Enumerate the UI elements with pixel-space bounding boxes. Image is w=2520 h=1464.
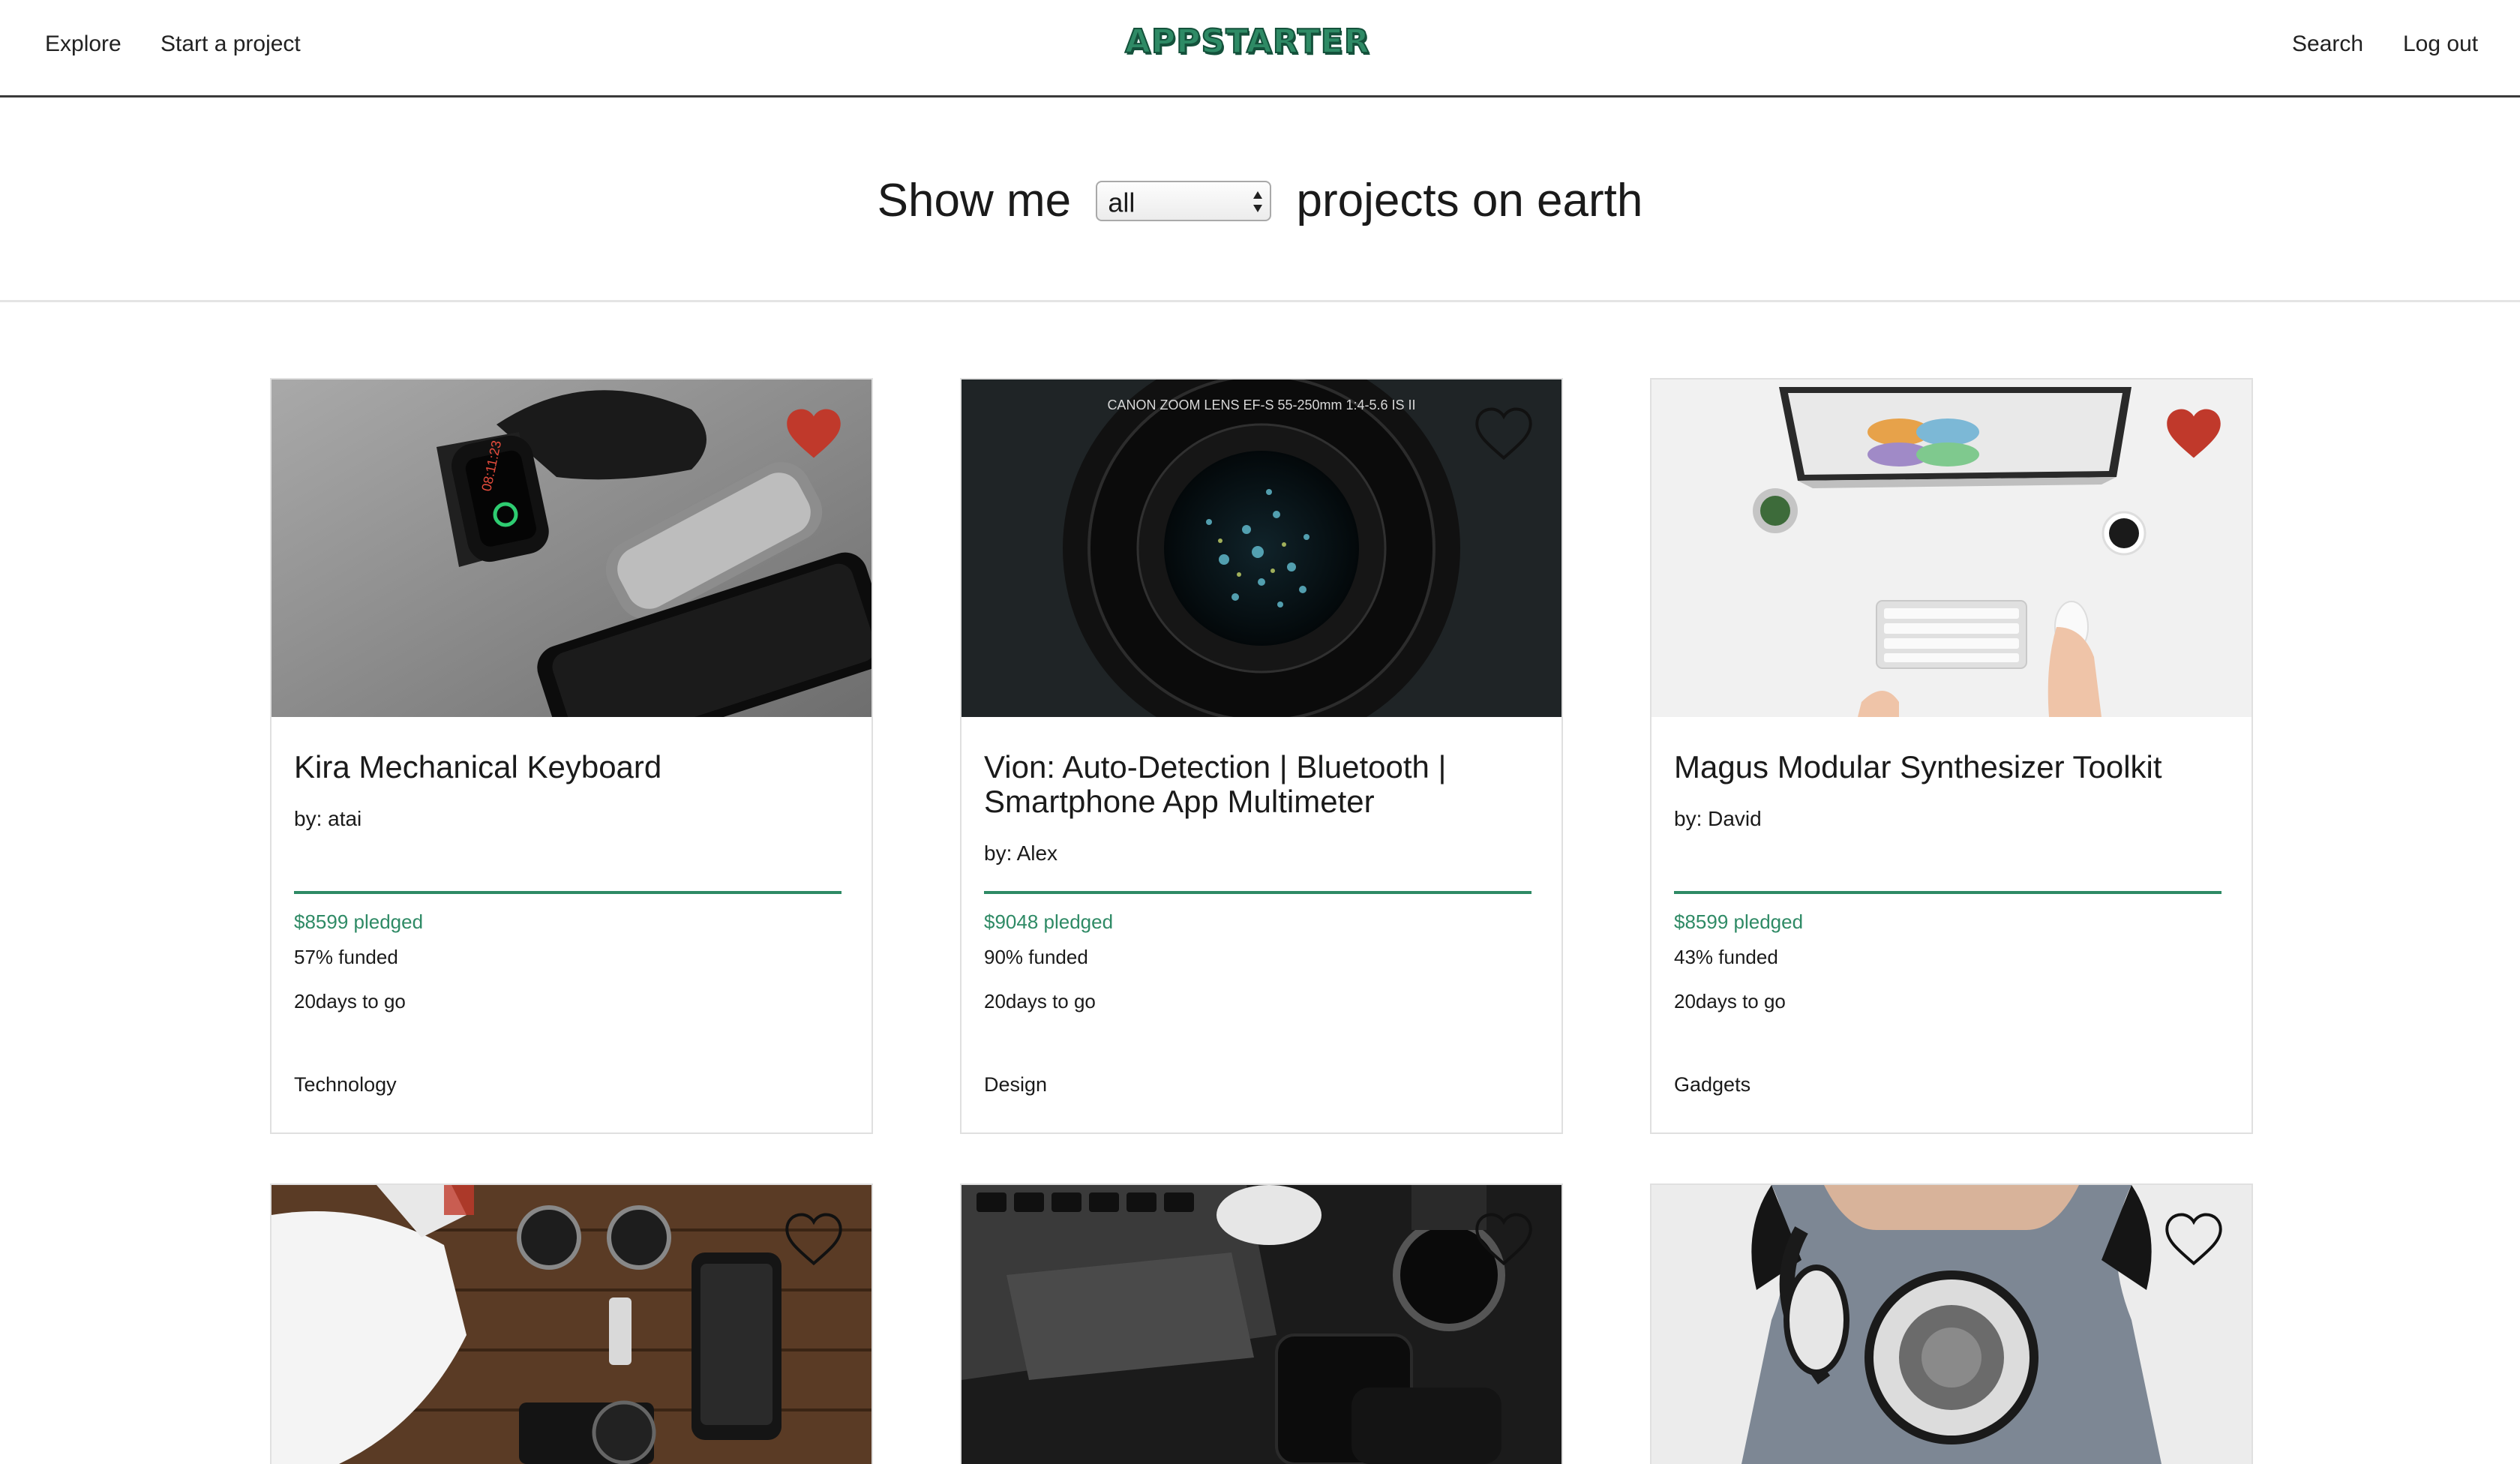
nav-start-project-link[interactable]: Start a project <box>160 32 301 57</box>
project-card[interactable]: CANON ZOOM LENS EF-S 55-250mm 1:4-5.6 IS… <box>960 378 1563 1134</box>
project-title[interactable]: Vion: Auto-Detection | Bluetooth | Smart… <box>984 750 1532 819</box>
days-to-go: 20days to go <box>984 990 1096 1012</box>
project-category[interactable]: Technology <box>294 1073 842 1096</box>
drone-and-camera-gear-photo[interactable] <box>272 1185 872 1464</box>
nav-search-link[interactable]: Search <box>2292 32 2363 57</box>
project-card[interactable]: Magus Modular Synthesizer Toolkit by: Da… <box>1650 378 2253 1134</box>
pledged-amount: $8599 pledged <box>1674 910 1804 933</box>
favorite-heart-icon[interactable] <box>2164 1212 2223 1266</box>
project-card[interactable] <box>960 1184 1563 1464</box>
nav-logout-link[interactable]: Log out <box>2403 32 2478 57</box>
favorite-heart-icon[interactable] <box>1474 1212 1533 1266</box>
category-select-value: all <box>1108 187 1136 218</box>
days-to-go: 20days to go <box>294 990 406 1012</box>
funding-progress-bar <box>984 891 1532 894</box>
funded-percent: 90% funded <box>984 946 1088 968</box>
project-category[interactable]: Gadgets <box>1674 1073 2222 1096</box>
favorite-heart-icon[interactable] <box>2164 406 2223 460</box>
funded-percent: 57% funded <box>294 946 398 968</box>
days-to-go: 20days to go <box>1674 990 1786 1012</box>
favorite-heart-icon[interactable] <box>784 406 843 460</box>
filter-prefix-text: Show me <box>877 175 1072 227</box>
site-logo[interactable]: APPSTARTER <box>1124 22 1370 62</box>
filter-divider <box>0 300 2520 302</box>
project-author: by: atai <box>294 807 362 830</box>
project-author: by: Alex <box>984 842 1058 865</box>
favorite-heart-icon[interactable] <box>1474 406 1533 460</box>
funding-progress-bar <box>1674 891 2222 894</box>
lens-engraving-text: CANON ZOOM LENS EF-S 55-250mm 1:4-5.6 IS… <box>1107 398 1415 412</box>
laptop-phone-watch-photo[interactable] <box>962 1185 1562 1464</box>
smartwatch-and-phones-photo[interactable]: 08:11:23 <box>272 380 872 717</box>
select-arrows-icon <box>1253 190 1263 212</box>
project-card[interactable] <box>270 1184 873 1464</box>
project-title[interactable]: Kira Mechanical Keyboard <box>294 750 842 784</box>
project-card[interactable]: 08:11:23 Kira Mechanical Keyboard by: at… <box>270 378 873 1134</box>
project-filter-sentence: Show me all projects on earth <box>0 171 2520 227</box>
funded-percent: 43% funded <box>1674 946 1778 968</box>
nav-explore-link[interactable]: Explore <box>45 32 122 57</box>
favorite-heart-icon[interactable] <box>784 1212 843 1266</box>
pledged-amount: $9048 pledged <box>984 910 1114 933</box>
project-category[interactable]: Design <box>984 1073 1532 1096</box>
pledged-amount: $8599 pledged <box>294 910 424 933</box>
headphones-person-photo[interactable] <box>1652 1185 2252 1464</box>
project-author: by: David <box>1674 807 1762 830</box>
project-card[interactable] <box>1650 1184 2253 1464</box>
camera-lens-photo[interactable]: CANON ZOOM LENS EF-S 55-250mm 1:4-5.6 IS… <box>962 380 1562 717</box>
category-select[interactable]: all <box>1096 180 1272 221</box>
filter-suffix-text: projects on earth <box>1296 175 1643 227</box>
top-navbar: Explore Start a project APPSTARTER Searc… <box>0 0 2520 98</box>
project-title[interactable]: Magus Modular Synthesizer Toolkit <box>1674 750 2222 784</box>
desktop-workspace-photo[interactable] <box>1652 380 2252 717</box>
funding-progress-bar <box>294 891 842 894</box>
